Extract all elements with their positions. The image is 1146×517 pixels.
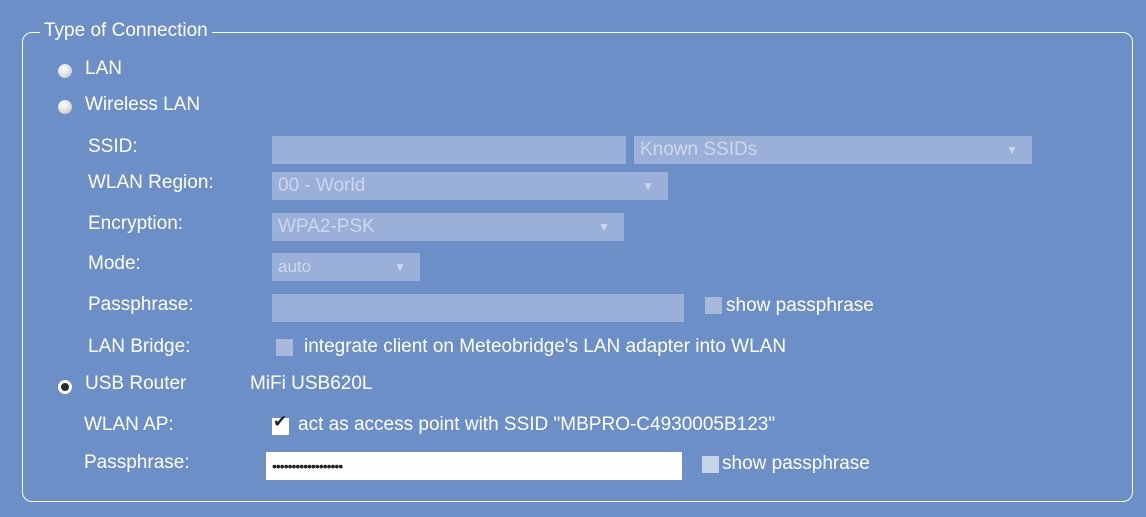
usb-router-radio[interactable] xyxy=(58,380,72,394)
usb-passphrase-label: Passphrase: xyxy=(84,452,190,473)
wlan-region-select[interactable]: 00 - World ▼ xyxy=(272,172,668,200)
chevron-down-icon: ▼ xyxy=(642,179,654,193)
wireless-passphrase-label: Passphrase: xyxy=(88,294,194,315)
ssid-label: SSID: xyxy=(88,136,138,157)
ssid-input[interactable] xyxy=(272,136,626,164)
wlan-ap-label: WLAN AP: xyxy=(84,414,174,435)
mode-select[interactable]: auto ▼ xyxy=(272,253,420,281)
mode-value: auto xyxy=(278,257,312,276)
usb-router-label: USB Router xyxy=(85,373,187,394)
chevron-down-icon: ▼ xyxy=(394,260,406,274)
mode-label: Mode: xyxy=(88,253,141,274)
encryption-value: WPA2-PSK xyxy=(278,216,375,237)
wireless-show-passphrase-label: show passphrase xyxy=(726,295,874,316)
wireless-show-passphrase-checkbox[interactable] xyxy=(705,297,722,314)
fieldset-legend: Type of Connection xyxy=(40,20,212,42)
wireless-lan-label: Wireless LAN xyxy=(85,94,201,115)
chevron-down-icon: ▼ xyxy=(598,220,610,234)
usb-passphrase-input[interactable]: •••••••••••••••••• xyxy=(266,452,682,480)
chevron-down-icon: ▼ xyxy=(1006,143,1018,157)
known-ssids-select[interactable]: Known SSIDs ▼ xyxy=(634,136,1032,164)
wlan-ap-text: act as access point with SSID "MBPRO-C49… xyxy=(298,414,776,435)
usb-show-passphrase-label: show passphrase xyxy=(722,453,870,474)
known-ssids-value: Known SSIDs xyxy=(640,139,758,160)
usb-device-name: MiFi USB620L xyxy=(250,373,373,394)
wireless-lan-radio[interactable] xyxy=(58,100,72,114)
wlan-region-value: 00 - World xyxy=(278,175,366,196)
lan-bridge-label: LAN Bridge: xyxy=(88,336,191,357)
wlan-ap-checkbox[interactable] xyxy=(272,412,289,435)
lan-label: LAN xyxy=(85,58,122,79)
lan-radio[interactable] xyxy=(58,64,72,78)
usb-show-passphrase-checkbox[interactable] xyxy=(702,456,719,473)
lan-bridge-text: integrate client on Meteobridge's LAN ad… xyxy=(304,336,787,357)
wlan-region-label: WLAN Region: xyxy=(88,172,214,193)
lan-bridge-checkbox[interactable] xyxy=(276,339,293,356)
encryption-select[interactable]: WPA2-PSK ▼ xyxy=(272,213,624,241)
wireless-passphrase-input[interactable] xyxy=(272,294,684,322)
encryption-label: Encryption: xyxy=(88,213,184,234)
